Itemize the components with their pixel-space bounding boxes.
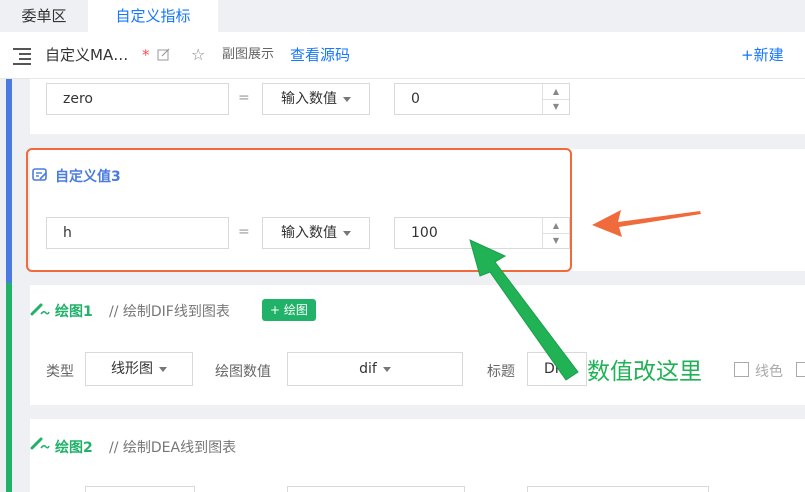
annotation-text: 数值改这里 [587,359,702,385]
orange-arrow [592,210,701,237]
annotation-arrows [469,210,701,381]
green-arrow [469,239,579,381]
